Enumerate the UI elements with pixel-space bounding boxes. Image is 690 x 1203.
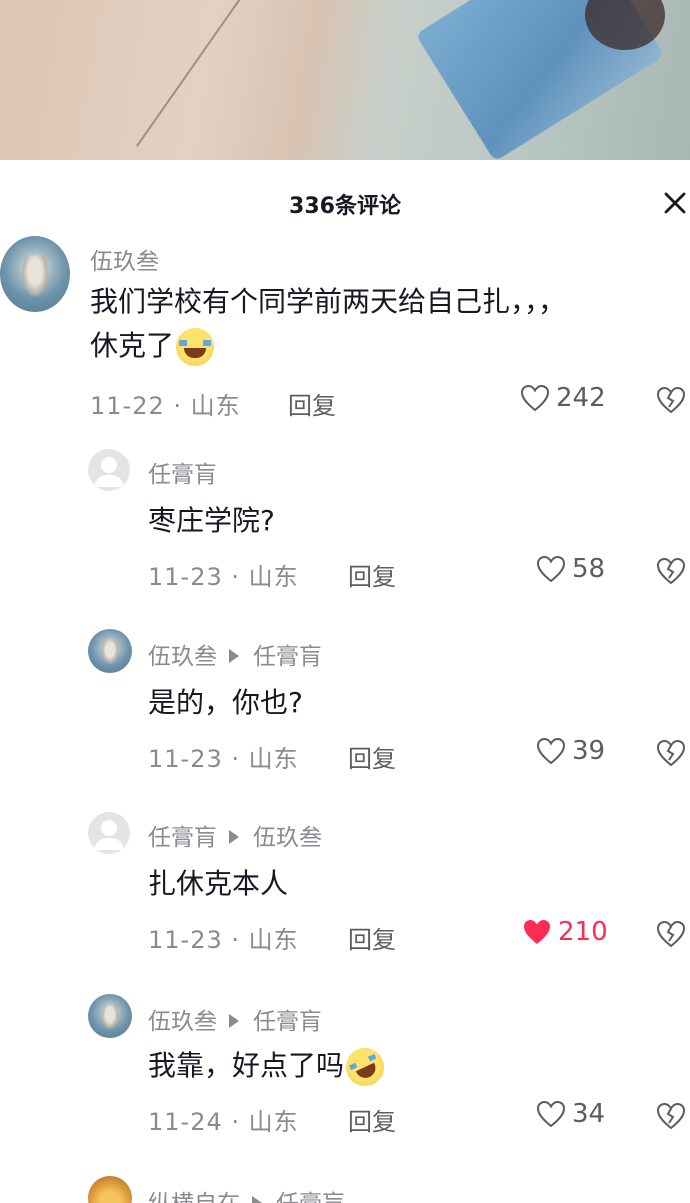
reply-text: 我靠，好点了吗 xyxy=(148,1041,391,1093)
dislike-button[interactable] xyxy=(656,738,690,768)
reply-meta: 11-24 · 山东 xyxy=(148,1102,299,1137)
reply-text: 是的，你也? xyxy=(148,686,303,719)
meta-separator: · xyxy=(222,745,249,773)
reply-item: 任膏肓 伍玖叁 扎休克本人 11-23 · 山东 回复 210 xyxy=(0,808,690,968)
reply-button[interactable]: 回复 xyxy=(348,1102,396,1137)
reply-date: 11-24 xyxy=(148,1108,223,1136)
like-button[interactable]: 58 xyxy=(536,554,605,584)
meta-separator: · xyxy=(222,1108,249,1136)
like-count: 210 xyxy=(558,917,608,947)
reply-author: 任膏肓 xyxy=(148,825,217,851)
heart-outline-icon xyxy=(520,384,550,412)
broken-heart-icon xyxy=(656,1102,686,1130)
video-preview[interactable] xyxy=(0,0,690,160)
like-button[interactable]: 39 xyxy=(536,736,605,766)
avatar[interactable] xyxy=(0,236,70,312)
broken-heart-icon xyxy=(656,386,686,414)
reply-button[interactable]: 回复 xyxy=(348,920,396,955)
rolling-on-the-floor-laughing-icon xyxy=(339,1041,391,1093)
broken-heart-icon xyxy=(656,557,686,585)
comment-item: 伍玖叁 我们学校有个同学前两天给自己扎，，， 休克了 11-22 · 山东 回复… xyxy=(0,230,690,420)
meta-separator: · xyxy=(222,563,249,591)
meta-separator: · xyxy=(164,392,191,420)
reply-target: 任膏肓 xyxy=(253,644,322,670)
default-user-icon xyxy=(94,457,124,487)
comment-username[interactable]: 伍玖叁 xyxy=(90,242,159,276)
reply-arrow-icon xyxy=(252,1195,262,1203)
reply-username[interactable]: 任膏肓 伍玖叁 xyxy=(148,818,322,852)
reply-item: 伍玖叁 任膏肓 是的，你也? 11-23 · 山东 回复 39 xyxy=(0,625,690,785)
reply-button[interactable]: 回复 xyxy=(288,386,336,421)
heart-filled-icon xyxy=(524,920,550,944)
close-icon xyxy=(664,192,686,214)
meta-separator: · xyxy=(222,926,249,954)
comment-text-line1: 我们学校有个同学前两天给自己扎，，， xyxy=(90,285,567,318)
reply-arrow-icon xyxy=(229,1013,239,1028)
reply-item: 伍玖叁 任膏肓 我靠，好点了吗 11-24 · 山东 回复 34 xyxy=(0,990,690,1150)
avatar[interactable] xyxy=(88,449,130,491)
comment-meta: 11-22 · 山东 xyxy=(90,386,241,421)
reply-button[interactable]: 回复 xyxy=(348,739,396,774)
like-count: 58 xyxy=(572,554,606,584)
dislike-button[interactable] xyxy=(656,1101,690,1131)
avatar[interactable] xyxy=(88,629,132,673)
comment-sheet: 336条评论 伍玖叁 我们学校有个同学前两天给自己扎，，， 休克了 11-22 … xyxy=(0,160,690,1203)
heart-outline-icon xyxy=(536,737,566,765)
reply-meta: 11-23 · 山东 xyxy=(148,557,299,592)
comment-text-line2: 休克了 xyxy=(90,329,175,362)
reply-target: 任膏肓 xyxy=(276,1191,345,1203)
reply-text: 扎休克本人 xyxy=(148,867,289,900)
like-count: 39 xyxy=(572,736,606,766)
reply-meta: 11-23 · 山东 xyxy=(148,920,299,955)
heart-outline-icon xyxy=(536,1100,566,1128)
reply-author: 伍玖叁 xyxy=(148,1009,217,1035)
reply-item: 纵横自在 任膏肓 xyxy=(0,1172,690,1203)
reply-text: 枣庄学院? xyxy=(148,504,275,537)
like-button[interactable]: 242 xyxy=(520,383,606,413)
video-cord-shape xyxy=(136,0,247,147)
face-with-tears-of-joy-icon xyxy=(176,328,215,366)
reply-arrow-icon xyxy=(229,648,239,663)
like-button[interactable]: 34 xyxy=(536,1099,605,1129)
dislike-button[interactable] xyxy=(656,919,690,949)
reply-button[interactable]: 回复 xyxy=(348,557,396,592)
comment-count-title: 336条评论 xyxy=(289,194,401,219)
default-user-icon xyxy=(94,820,124,850)
broken-heart-icon xyxy=(656,920,686,948)
reply-item: 任膏肓 枣庄学院? 11-23 · 山东 回复 58 xyxy=(0,443,690,603)
reply-arrow-icon xyxy=(229,829,239,844)
dislike-button[interactable] xyxy=(656,385,690,415)
like-count: 34 xyxy=(572,1099,606,1129)
like-button-active[interactable]: 210 xyxy=(522,917,608,947)
comment-text: 我们学校有个同学前两天给自己扎，，， 休克了 xyxy=(90,280,670,368)
broken-heart-icon xyxy=(656,739,686,767)
reply-meta: 11-23 · 山东 xyxy=(148,739,299,774)
reply-username[interactable]: 纵横自在 任膏肓 xyxy=(148,1184,345,1203)
reply-date: 11-23 xyxy=(148,745,223,773)
avatar[interactable] xyxy=(88,812,130,854)
avatar[interactable] xyxy=(88,994,132,1038)
avatar[interactable] xyxy=(88,1176,132,1203)
reply-target: 伍玖叁 xyxy=(253,825,322,851)
like-count: 242 xyxy=(556,383,606,413)
reply-location: 山东 xyxy=(248,563,299,591)
reply-location: 山东 xyxy=(248,926,299,954)
close-button[interactable] xyxy=(660,188,690,218)
heart-outline-icon xyxy=(536,555,566,583)
reply-username[interactable]: 伍玖叁 任膏肓 xyxy=(148,637,322,671)
reply-username[interactable]: 伍玖叁 任膏肓 xyxy=(148,1002,322,1036)
comment-date: 11-22 xyxy=(90,392,165,420)
dislike-button[interactable] xyxy=(656,556,690,586)
reply-author: 纵横自在 xyxy=(148,1191,240,1203)
reply-target: 任膏肓 xyxy=(253,1009,322,1035)
reply-username[interactable]: 任膏肓 xyxy=(148,455,217,489)
reply-text-content: 我靠，好点了吗 xyxy=(148,1049,345,1082)
reply-author: 伍玖叁 xyxy=(148,644,217,670)
reply-location: 山东 xyxy=(248,745,299,773)
reply-location: 山东 xyxy=(248,1108,299,1136)
reply-date: 11-23 xyxy=(148,926,223,954)
comment-location: 山东 xyxy=(190,392,241,420)
reply-date: 11-23 xyxy=(148,563,223,591)
